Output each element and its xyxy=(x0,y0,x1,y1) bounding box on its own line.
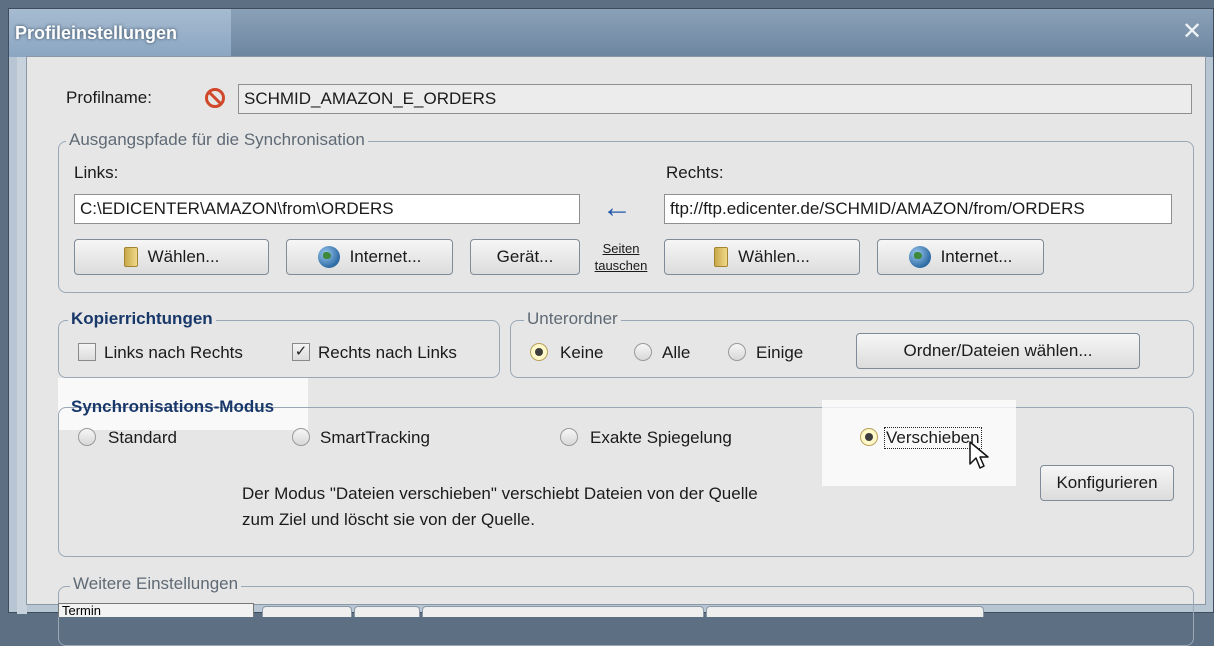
globe-icon xyxy=(317,246,340,268)
left-internet-label: Internet... xyxy=(349,247,422,266)
swap-line-1: Seiten xyxy=(602,241,640,256)
more-settings-label: Weitere Einstellungen xyxy=(70,574,242,594)
no-entry-icon xyxy=(205,88,225,108)
profile-name-label: Profilname: xyxy=(66,88,152,107)
tab-partial[interactable] xyxy=(262,606,352,617)
mode-smarttracking-label[interactable]: SmartTracking xyxy=(320,428,430,448)
right-path-label: Rechts: xyxy=(666,163,724,182)
close-icon[interactable]: ✕ xyxy=(1179,19,1205,45)
subfolders-none-radio[interactable] xyxy=(530,343,548,361)
swap-line-2: tauschen xyxy=(594,258,648,273)
mouse-cursor-icon xyxy=(969,441,989,469)
choose-folders-label: Ordner/Dateien wählen... xyxy=(903,341,1093,360)
mode-standard-label[interactable]: Standard xyxy=(108,428,177,448)
left-choose-button[interactable]: Wählen... xyxy=(74,239,269,275)
left-to-right-checkbox[interactable] xyxy=(78,343,96,361)
right-choose-button[interactable]: Wählen... xyxy=(664,239,860,275)
tab-termin[interactable]: Termin xyxy=(58,603,254,617)
left-path-label: Links: xyxy=(74,163,119,182)
mode-mirror-radio[interactable] xyxy=(560,428,578,446)
copy-directions-label: Kopierrichtungen xyxy=(68,309,216,329)
mode-smarttracking-radio[interactable] xyxy=(292,428,310,446)
right-to-left-label[interactable]: Rechts nach Links xyxy=(318,343,457,363)
left-choose-label: Wählen... xyxy=(147,247,220,266)
configure-button[interactable]: Konfigurieren xyxy=(1040,465,1174,501)
paths-group-label: Ausgangspfade für die Synchronisation xyxy=(66,130,368,150)
mode-standard-radio[interactable] xyxy=(78,428,96,446)
choose-folders-button[interactable]: Ordner/Dateien wählen... xyxy=(856,333,1140,369)
left-internet-button[interactable]: Internet... xyxy=(286,239,453,275)
right-path-input[interactable]: ftp://ftp.edicenter.de/SCHMID/AMAZON/fro… xyxy=(664,194,1172,224)
left-path-input[interactable]: C:\EDICENTER\AMAZON\from\ORDERS xyxy=(74,194,580,224)
globe-icon xyxy=(908,246,931,268)
device-button[interactable]: Gerät... xyxy=(470,239,580,275)
device-label: Gerät... xyxy=(496,247,554,266)
subfolders-some-label[interactable]: Einige xyxy=(756,343,803,363)
right-choose-label: Wählen... xyxy=(738,247,810,266)
subfolders-label: Unterordner xyxy=(524,309,621,329)
mode-move-radio[interactable] xyxy=(860,428,878,446)
tab-partial[interactable] xyxy=(422,606,704,617)
configure-label: Konfigurieren xyxy=(1056,473,1158,492)
right-internet-button[interactable]: Internet... xyxy=(877,239,1044,275)
subfolders-all-label[interactable]: Alle xyxy=(662,343,690,363)
window-title: Profileinstellungen xyxy=(15,23,178,43)
copy-direction-arrow-icon[interactable]: ← xyxy=(602,193,632,223)
mode-mirror-label[interactable]: Exakte Spiegelung xyxy=(590,428,732,448)
folder-icon xyxy=(123,247,138,267)
subfolders-some-radio[interactable] xyxy=(728,343,746,361)
sync-mode-label: Synchronisations-Modus xyxy=(71,397,275,416)
folder-icon xyxy=(714,247,729,267)
right-to-left-checkbox[interactable]: ✓ xyxy=(292,343,310,361)
tab-partial[interactable] xyxy=(706,606,984,617)
mode-description-line1: Der Modus "Dateien verschieben" verschie… xyxy=(242,484,758,503)
tab-partial[interactable] xyxy=(354,606,420,617)
mode-move-label[interactable]: Verschieben xyxy=(884,427,982,449)
title-bar[interactable]: Profileinstellungen ✕ xyxy=(9,9,1213,57)
mode-description-line2: zum Ziel und löscht sie von der Quelle. xyxy=(242,510,535,529)
subfolders-none-label[interactable]: Keine xyxy=(560,343,603,363)
subfolders-all-radio[interactable] xyxy=(634,343,652,361)
swap-sides-link[interactable]: Seiten tauschen xyxy=(584,240,658,274)
left-to-right-label[interactable]: Links nach Rechts xyxy=(104,343,243,363)
right-internet-label: Internet... xyxy=(940,247,1013,266)
profile-name-input[interactable]: SCHMID_AMAZON_E_ORDERS xyxy=(238,84,1192,114)
